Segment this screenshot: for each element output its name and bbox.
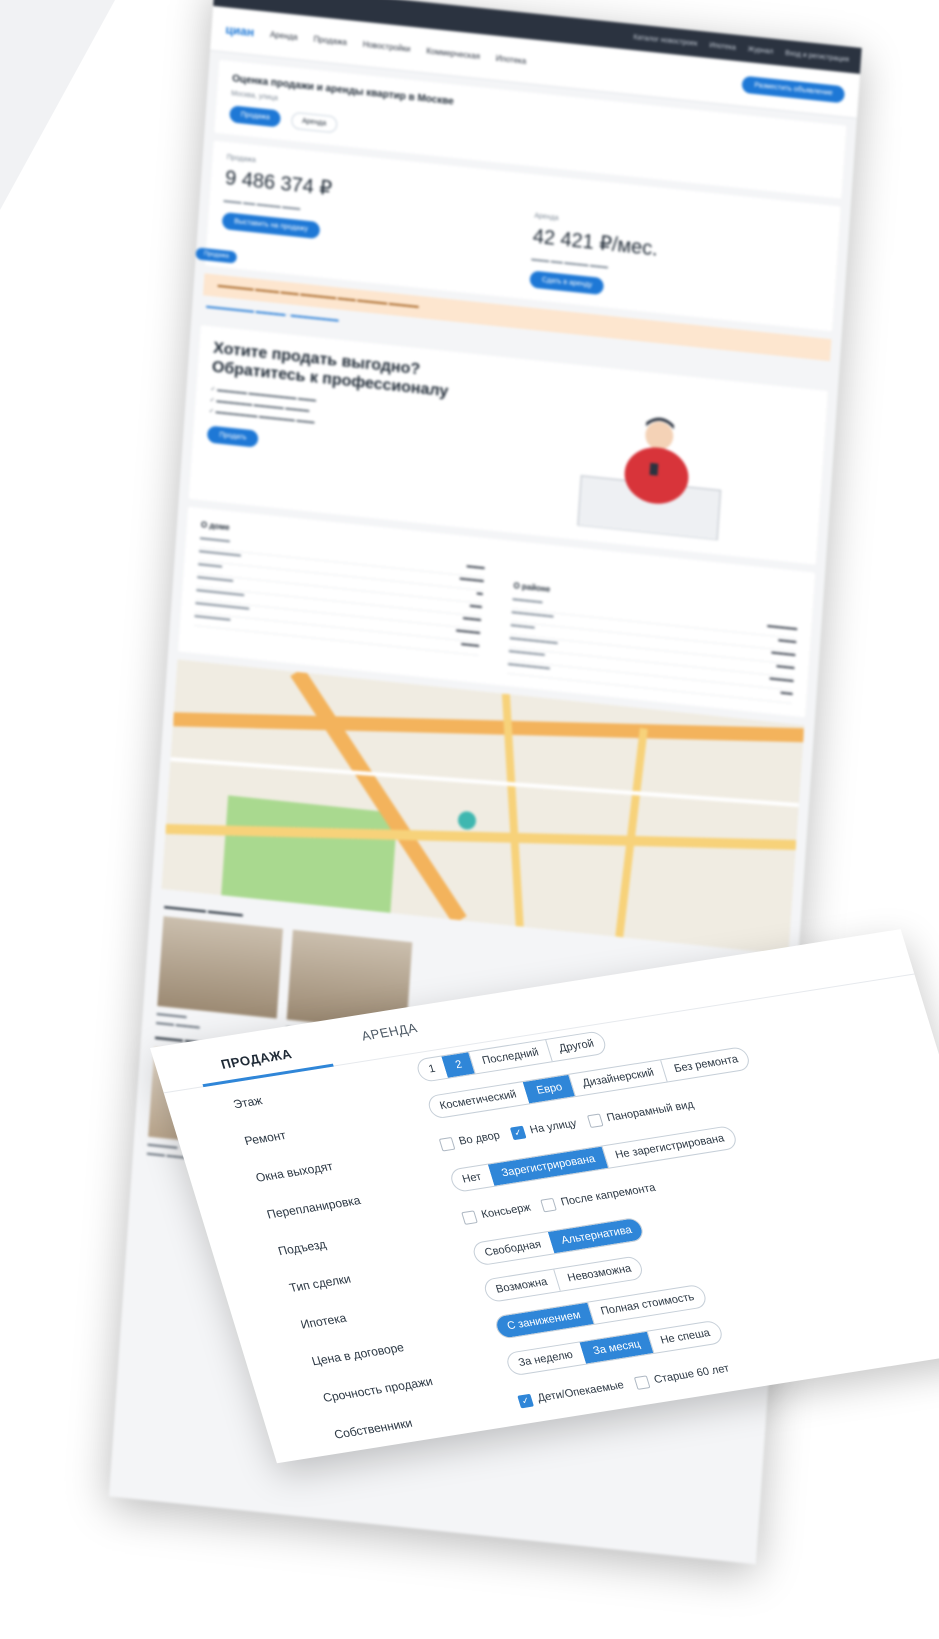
sale-estimate: Продажа 9 486 374 ₽ ▬▬▬ ▬▬ ▬▬▬▬ ▬▬▬ Выст… [220,154,517,285]
senior-owners-checkbox[interactable]: Старше 60 лет [633,1362,731,1390]
contract-price-option-understated[interactable]: С занижением [494,1302,594,1339]
repair-option-euro[interactable]: Евро [522,1074,576,1104]
nav-item[interactable]: Коммерческая [426,46,480,61]
replanning-option-unregistered[interactable]: Не зарегистрирована [601,1126,738,1168]
checkbox-box [633,1374,651,1390]
nav-item[interactable]: Новостройки [362,39,410,53]
topbar-link[interactable]: Ипотека [709,42,736,52]
checkbox-box [586,1113,604,1128]
house-info: О доме ▬▬▬▬▬ ▬▬▬ ▬▬▬▬▬▬▬ ▬▬▬▬ ▬▬▬▬ ▬ ▬▬▬▬▬▬… [193,520,486,671]
urgency-option-month[interactable]: За месяц [579,1331,654,1364]
deal-type-option-free[interactable]: Свободная [472,1232,554,1265]
repair-option-cosmetic[interactable]: Косметический [427,1082,529,1118]
checkmark-icon: ✓ [509,1125,527,1140]
label-urgency: Срочность продажи [321,1374,435,1405]
urgency-option-week[interactable]: За неделю [506,1342,586,1375]
label-entrance: Подъезд [276,1237,328,1259]
windows-courtyard-checkbox[interactable]: Во двор [438,1129,502,1152]
label-windows: Окна выходят [253,1159,335,1185]
listing-card[interactable]: ▬▬▬▬▬▬▬▬ ▬▬▬▬ [156,916,283,1040]
windows-street-checkbox[interactable]: ✓ На улицу [509,1117,579,1140]
tab-rent[interactable]: АРЕНДА [360,1020,420,1043]
topbar-link[interactable]: Журнал [748,46,774,56]
mortgage-option-possible[interactable]: Возможна [483,1270,560,1302]
replanning-option-registered[interactable]: Зарегистрирована [487,1146,609,1186]
label-mortgage: Ипотека [298,1310,349,1332]
add-listing-button[interactable]: Разместить объявление [741,75,846,103]
contract-price-option-full[interactable]: Полная стоимость [586,1284,708,1325]
windows-street-label: На улицу [528,1117,579,1137]
windows-panoramic-label: Панорамный вид [605,1098,696,1125]
nav-item[interactable]: Аренда [270,30,298,42]
after-renovation-label: После капремонта [559,1181,658,1209]
tab-sale[interactable]: Продажа [229,105,282,128]
login-link[interactable]: Вход и регистрация [785,50,849,64]
label-replanning: Перепланировка [265,1193,363,1222]
mortgage-option-impossible[interactable]: Невозможна [553,1256,645,1291]
senior-owners-label: Старше 60 лет [652,1362,731,1386]
checkmark-icon: ✓ [517,1393,534,1408]
checkbox-box [438,1136,456,1152]
repair-option-none[interactable]: Без ремонта [660,1046,752,1082]
topbar-link[interactable]: Каталог новостроек [633,34,697,48]
checkbox-box [461,1209,478,1225]
windows-panoramic-checkbox[interactable]: Панорамный вид [586,1098,696,1128]
listing-photo [157,916,283,1019]
label-floor: Этаж [231,1093,264,1112]
concierge-checkbox[interactable]: Консьерж [461,1201,533,1225]
deal-type-option-alternative[interactable]: Альтернатива [547,1217,645,1254]
rent-out-button[interactable]: Сдать в аренду [529,270,605,296]
logo[interactable]: циан [225,22,255,39]
children-owners-checkbox[interactable]: ✓ Дети/Опекаемые [517,1379,625,1408]
replanning-option-none[interactable]: Нет [449,1165,494,1192]
label-owners: Собственники [332,1415,415,1442]
repair-option-designer[interactable]: Дизайнерский [568,1060,667,1097]
children-owners-label: Дети/Опекаемые [536,1379,626,1405]
nav-item[interactable]: Продажа [313,34,347,46]
label-deal-type: Тип сделки [287,1271,353,1295]
agent-illustration [577,417,722,541]
nav-item[interactable]: Ипотека [496,53,527,65]
district-info: О районе ▬▬▬▬▬ ▬▬▬▬▬ ▬▬▬▬▬▬▬ ▬▬▬ ▬▬▬▬ ▬▬▬▬ … [507,553,800,704]
after-renovation-checkbox[interactable]: После капремонта [540,1181,658,1212]
rent-estimate: Аренда 42 421 ₽/мес. ▬▬▬ ▬▬ ▬▬▬▬ ▬▬▬ Сда… [529,187,826,318]
label-repair: Ремонт [242,1128,288,1149]
tab-sale[interactable]: ПРОДАЖА [219,1046,294,1072]
floor-option-other[interactable]: Другой [545,1031,607,1062]
floor-option-last[interactable]: Последний [468,1040,552,1074]
sell-with-agent-button[interactable]: Продать [206,425,260,448]
tab-rent[interactable]: Аренда [290,111,338,134]
concierge-label: Консьерж [479,1201,533,1221]
checkbox-box [540,1197,558,1212]
label-contract-price: Цена в договоре [310,1340,406,1369]
urgency-option-no-rush[interactable]: Не спеша [646,1320,723,1354]
sell-button[interactable]: Выставить на продажу [221,211,321,240]
windows-courtyard-label: Во двор [457,1129,502,1148]
